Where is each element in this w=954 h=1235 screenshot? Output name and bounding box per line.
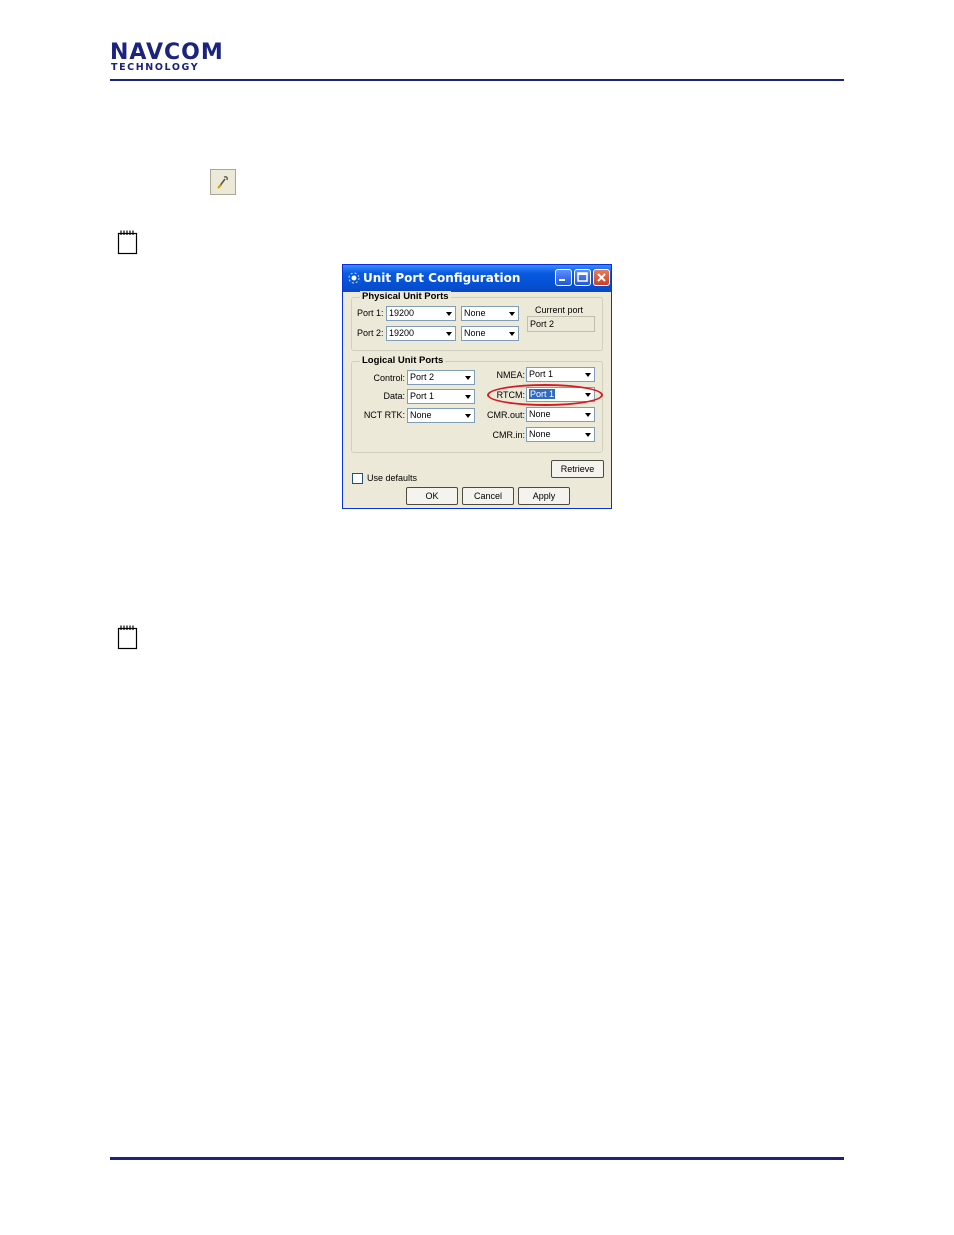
nmea-select[interactable]: Port 1 [526,367,595,382]
wrench-port-icon[interactable] [210,169,236,195]
close-button[interactable] [593,269,610,286]
logical-group-legend: Logical Unit Ports [360,355,446,366]
port2-baud-select[interactable]: 19200 [386,326,456,341]
dialog-title: Unit Port Configuration [363,271,521,285]
unit-port-configuration-dialog: Unit Port Configuration Physical Unit Po… [342,264,612,509]
port1-mode-value: None [464,308,486,318]
nmea-label: NMEA: [496,370,525,380]
minimize-button[interactable] [555,269,572,286]
nct-rtk-label: NCT RTK: [363,410,405,420]
data-label: Data: [383,391,405,401]
header-rule [110,79,844,81]
port2-baud-value: 19200 [389,328,415,338]
nct-rtk-value: None [410,410,432,420]
chevron-down-icon[interactable] [461,371,474,384]
chevron-down-icon[interactable] [461,390,474,403]
port2-mode-value: None [464,328,486,338]
data-select[interactable]: Port 1 [407,389,475,404]
cmr-in-value: None [529,429,551,439]
notepad-icon [117,229,139,255]
use-defaults-checkbox[interactable] [352,473,363,484]
nmea-value: Port 1 [529,369,554,379]
port1-baud-value: 19200 [389,308,415,318]
chevron-down-icon[interactable] [581,428,594,441]
chevron-down-icon[interactable] [581,408,594,421]
chevron-down-icon[interactable] [461,409,474,422]
control-select[interactable]: Port 2 [407,370,475,385]
port2-label: Port 2: [357,328,384,338]
chevron-down-icon[interactable] [442,327,455,340]
current-port-value: Port 2 [527,316,595,332]
use-defaults-label: Use defaults [367,473,418,483]
control-label: Control: [373,373,405,383]
rtcm-highlight-oval [487,384,603,406]
cmr-in-select[interactable]: None [526,427,595,442]
ok-button[interactable]: OK [406,487,458,505]
chevron-down-icon[interactable] [505,307,518,320]
port2-mode-select[interactable]: None [461,326,519,341]
port1-label: Port 1: [357,308,384,318]
cmr-out-label: CMR.out: [486,410,525,420]
navcom-logo: NAVCOM TECHNOLOGY [110,40,224,73]
notepad-icon [117,624,139,650]
dialog-titlebar[interactable]: Unit Port Configuration [343,265,611,292]
port1-mode-select[interactable]: None [461,306,519,321]
footer-rule [110,1157,844,1160]
current-port-label: Current port [535,305,584,315]
chevron-down-icon[interactable] [442,307,455,320]
maximize-button[interactable] [574,269,591,286]
port1-baud-select[interactable]: 19200 [386,306,456,321]
chevron-down-icon[interactable] [505,327,518,340]
physical-group-legend: Physical Unit Ports [360,291,451,302]
cmr-out-value: None [529,409,551,419]
cancel-button[interactable]: Cancel [462,487,514,505]
apply-button[interactable]: Apply [518,487,570,505]
chevron-down-icon[interactable] [581,368,594,381]
control-value: Port 2 [410,372,435,382]
app-icon [348,272,360,284]
cmr-out-select[interactable]: None [526,407,595,422]
logo-line1: NAVCOM [110,40,224,65]
cmr-in-label: CMR.in: [492,430,525,440]
nct-rtk-select[interactable]: None [407,408,475,423]
data-value: Port 1 [410,391,435,401]
retrieve-button[interactable]: Retrieve [551,460,604,478]
